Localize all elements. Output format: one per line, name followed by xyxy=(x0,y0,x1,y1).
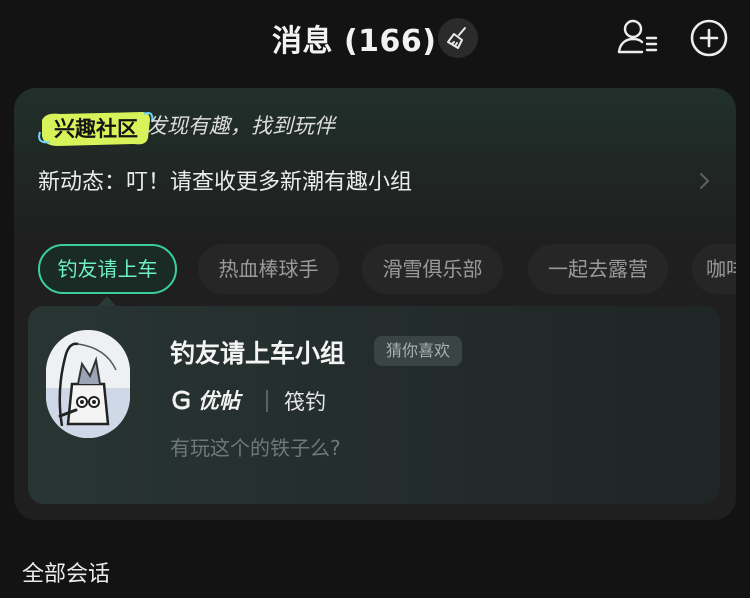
divider xyxy=(266,390,268,412)
page-title: 消息 (166) xyxy=(272,24,437,59)
active-tab-pointer xyxy=(98,296,116,306)
add-circle-icon xyxy=(690,19,728,57)
group-name: 钓友请上车小组 xyxy=(170,339,346,368)
brand-name: 优帖 xyxy=(198,389,240,413)
top-bar: 消息 (166) xyxy=(0,0,750,78)
tab-fishing[interactable]: 钓友请上车 xyxy=(38,244,177,294)
tab-baseball[interactable]: 热血棒球手 xyxy=(198,244,339,294)
community-slogan: 发现有趣，找到玩伴 xyxy=(146,114,335,138)
tab-skiing[interactable]: 滑雪俱乐部 xyxy=(362,244,503,294)
group-card[interactable]: 钓友请上车小组 猜你喜欢 优帖 筏钓 有玩这个的铁子么? xyxy=(28,306,720,504)
broom-icon xyxy=(447,27,466,49)
chevron-right-icon[interactable] xyxy=(698,172,712,190)
all-conversations-heading: 全部会话 xyxy=(22,562,111,587)
contacts-button[interactable] xyxy=(616,16,660,58)
clear-unread-button[interactable] xyxy=(438,18,478,58)
group-category: 筏钓 xyxy=(284,390,326,414)
group-tabs: 钓友请上车 热血棒球手 滑雪俱乐部 一起去露营 咖啡 xyxy=(38,244,736,296)
tab-camping[interactable]: 一起去露营 xyxy=(528,244,668,294)
recommend-badge: 猜你喜欢 xyxy=(374,336,463,366)
fishing-cat-avatar xyxy=(46,330,130,438)
youtie-logo-icon xyxy=(172,390,190,410)
interest-community-card[interactable]: 兴趣社区 发现有趣，找到玩伴 新动态：叮！请查收更多新潮有趣小组 钓友请上车 热… xyxy=(14,88,736,520)
interest-community-logo: 兴趣社区 xyxy=(38,108,156,150)
add-button[interactable] xyxy=(687,16,731,60)
contact-list-icon xyxy=(617,19,658,54)
news-text[interactable]: 新动态：叮！请查收更多新潮有趣小组 xyxy=(38,164,412,196)
logo-text: 兴趣社区 xyxy=(54,117,138,141)
post-preview: 有玩这个的铁子么? xyxy=(170,436,341,460)
group-avatar xyxy=(46,330,130,438)
tab-coffee[interactable]: 咖啡 xyxy=(692,244,736,294)
